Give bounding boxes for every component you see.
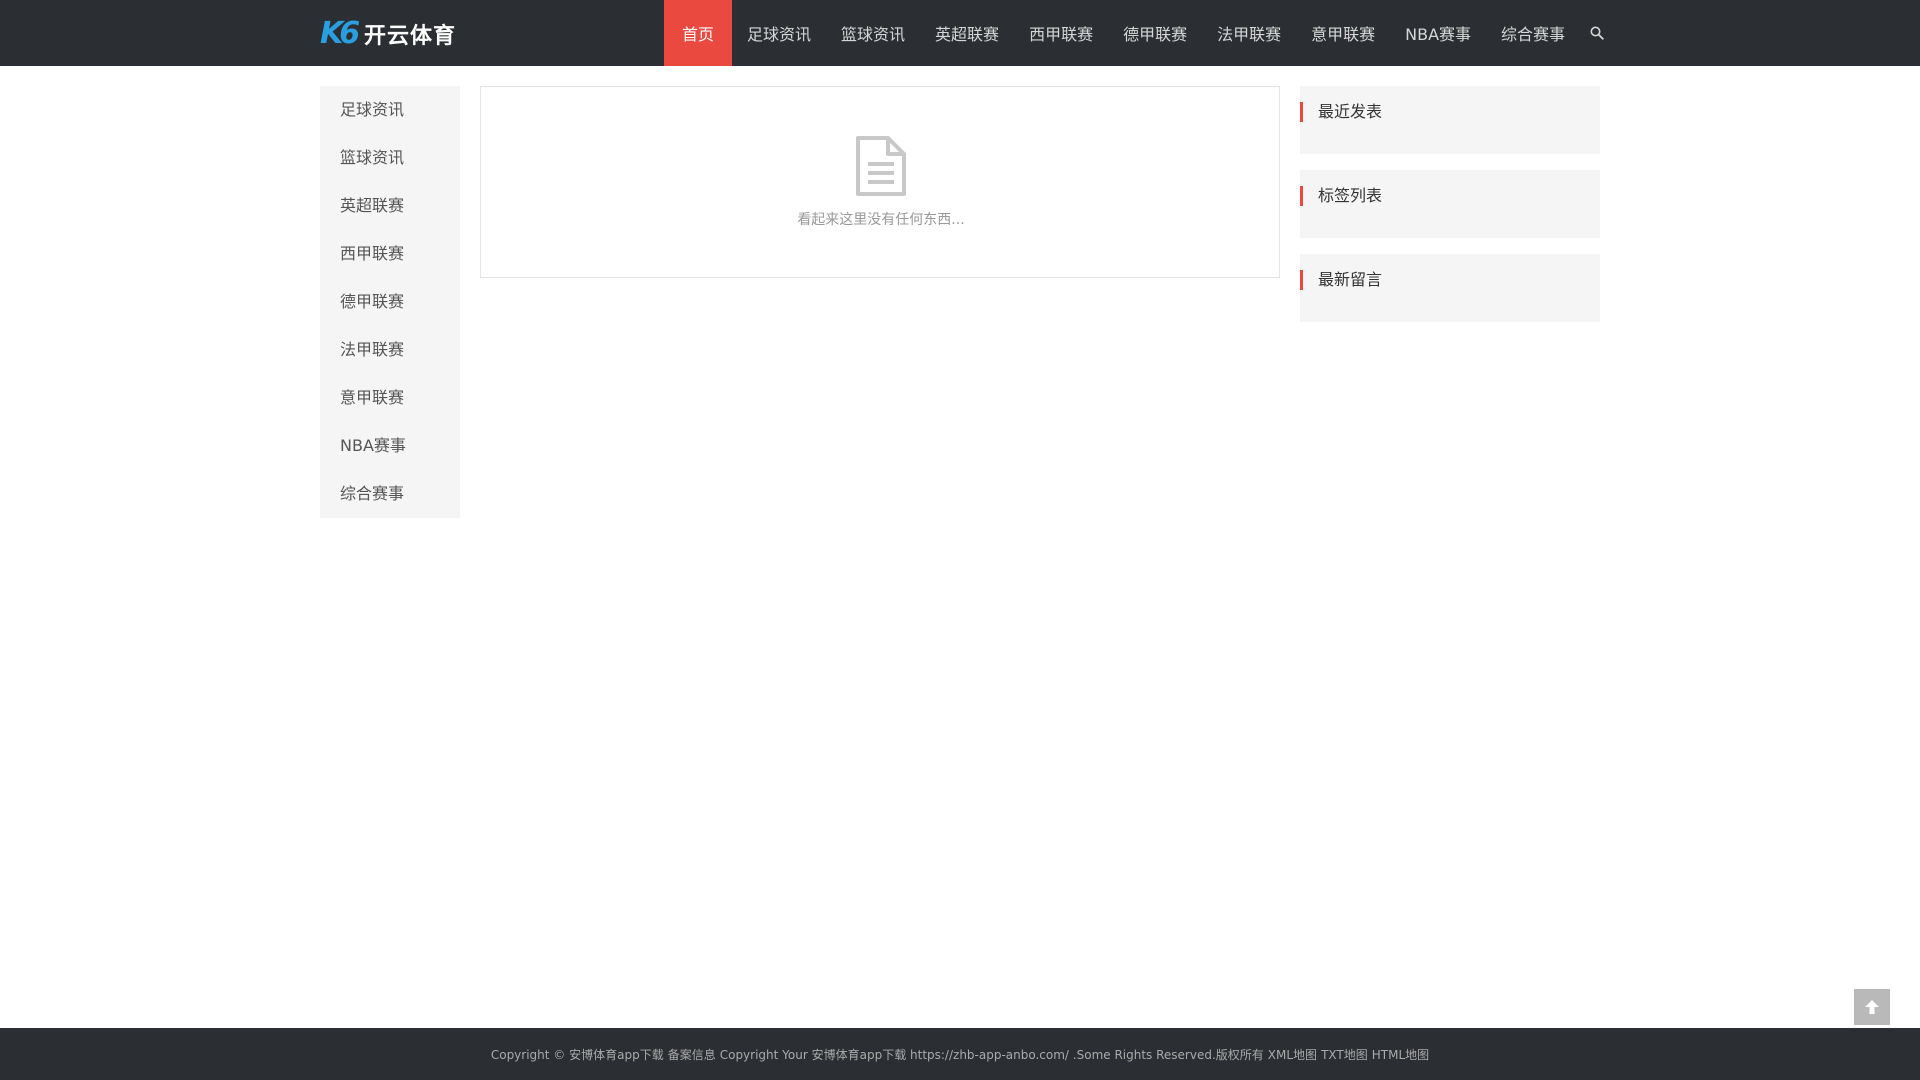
header-inner: K6 开云体育 首页 足球资讯 篮球资讯 英超联赛 西甲联赛 德甲联赛 法甲联赛…	[320, 0, 1604, 66]
widget-recent-posts: 最近发表	[1300, 86, 1600, 154]
nav-item-premier-league[interactable]: 英超联赛	[920, 0, 1014, 66]
main-nav: 首页 足球资讯 篮球资讯 英超联赛 西甲联赛 德甲联赛 法甲联赛 意甲联赛 NB…	[664, 0, 1614, 66]
logo-mark-text: K6	[320, 16, 360, 51]
widget-title: 标签列表	[1300, 186, 1382, 206]
sidebar-item-premier-league[interactable]: 英超联赛	[320, 182, 460, 230]
sidebar-item-bundesliga[interactable]: 德甲联赛	[320, 278, 460, 326]
nav-item-bundesliga[interactable]: 德甲联赛	[1108, 0, 1202, 66]
nav-item-serie-a[interactable]: 意甲联赛	[1296, 0, 1390, 66]
site-footer: Copyright © 安博体育app下载 备案信息 Copyright You…	[0, 1028, 1920, 1080]
footer-html-map-link[interactable]: HTML地图	[1372, 1046, 1429, 1063]
sidebar-item-ligue-1[interactable]: 法甲联赛	[320, 326, 460, 374]
empty-state-message: 看起来这里没有任何东西...	[797, 212, 965, 228]
search-icon[interactable]	[1580, 0, 1614, 66]
category-sidebar: 足球资讯 篮球资讯 英超联赛 西甲联赛 德甲联赛 法甲联赛 意甲联赛 NBA赛事…	[320, 86, 460, 518]
arrow-up-icon	[1865, 1000, 1879, 1014]
nav-item-home[interactable]: 首页	[664, 0, 733, 66]
site-logo[interactable]: K6 开云体育	[320, 14, 456, 54]
logo-mark-icon: K6	[320, 17, 362, 51]
footer-xml-map-link[interactable]: XML地图	[1268, 1046, 1317, 1063]
document-icon	[854, 136, 906, 196]
sidebar-item-serie-a[interactable]: 意甲联赛	[320, 374, 460, 422]
footer-copyright: Copyright © 安博体育app下载	[490, 1047, 664, 1062]
sidebar-item-general-events[interactable]: 综合赛事	[320, 470, 460, 518]
sidebar-item-football-news[interactable]: 足球资讯	[320, 86, 460, 134]
nav-item-ligue-1[interactable]: 法甲联赛	[1202, 0, 1296, 66]
widget-tag-list: 标签列表	[1300, 170, 1600, 238]
nav-item-basketball-news[interactable]: 篮球资讯	[826, 0, 920, 66]
nav-item-football-news[interactable]: 足球资讯	[732, 0, 826, 66]
sidebar-item-la-liga[interactable]: 西甲联赛	[320, 230, 460, 278]
widget-title: 最新留言	[1300, 270, 1382, 290]
footer-copyright-notice: Copyright Your 安博体育app下载 https://zhb-app…	[719, 1047, 1264, 1062]
nav-item-la-liga[interactable]: 西甲联赛	[1014, 0, 1108, 66]
site-header: K6 开云体育 首页 足球资讯 篮球资讯 英超联赛 西甲联赛 德甲联赛 法甲联赛…	[0, 0, 1920, 66]
widget-latest-comments: 最新留言	[1300, 254, 1600, 322]
nav-item-nba[interactable]: NBA赛事	[1390, 0, 1486, 66]
empty-state-panel: 看起来这里没有任何东西...	[480, 86, 1280, 278]
nav-item-general-events[interactable]: 综合赛事	[1486, 0, 1580, 66]
logo-text: 开云体育	[364, 24, 457, 49]
widget-title: 最近发表	[1300, 102, 1382, 122]
sidebar-item-basketball-news[interactable]: 篮球资讯	[320, 134, 460, 182]
back-to-top-button[interactable]	[1854, 989, 1890, 1025]
sidebar-item-nba[interactable]: NBA赛事	[320, 422, 460, 470]
footer-txt-map-link[interactable]: TXT地图	[1321, 1046, 1368, 1063]
footer-beian-link[interactable]: 备案信息	[668, 1046, 716, 1063]
